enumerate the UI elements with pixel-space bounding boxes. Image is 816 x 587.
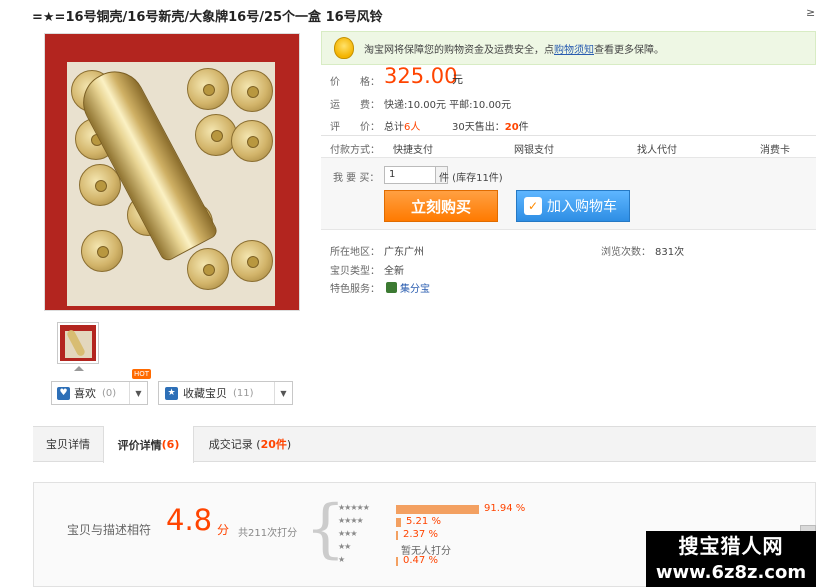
tab-label: 评价详情 <box>117 438 162 452</box>
payment-method-proxy: 找人代付 <box>637 145 677 156</box>
product-thumbnail[interactable] <box>57 322 99 364</box>
thumbnail-image <box>60 325 96 361</box>
favorite-label: 收藏宝贝 <box>183 387 227 400</box>
price-label: 价 格： <box>330 77 380 88</box>
purchase-notice-link[interactable]: 购物须知 <box>554 45 594 56</box>
guarantee-text: 淘宝网将保障您的购物资金及运费安全，点购物须知查看更多保障。 <box>364 41 664 56</box>
sold-count: 30天售出：20件 <box>452 118 529 133</box>
guarantee-text-after: 查看更多保障。 <box>594 44 664 56</box>
guarantee-shield-icon <box>334 37 354 59</box>
watermark-line2: www.6z8z.com <box>655 562 807 583</box>
favorite-dropdown-toggle[interactable]: ▼ <box>274 382 292 404</box>
quantity-label: 我 要 买： <box>333 173 380 184</box>
tab-transactions[interactable]: 成交记录 (20件) <box>194 426 306 462</box>
rating-row-percent: 91.94 % <box>484 503 526 514</box>
sold-unit: 件 <box>518 122 529 133</box>
shipping-label: 运 费： <box>330 100 380 111</box>
location-label: 所在地区： <box>330 247 380 258</box>
views-label: 浏览次数： <box>601 247 651 258</box>
shell-casing <box>81 230 123 272</box>
guarantee-banner: 淘宝网将保障您的购物资金及运费安全，点购物须知查看更多保障。 <box>321 31 816 65</box>
like-dropdown-toggle[interactable]: ▼ <box>129 382 147 404</box>
like-button[interactable]: ♥ 喜欢 (0) ▼ <box>51 381 148 405</box>
rating-row-percent: 2.37 % <box>403 529 438 540</box>
product-main-image[interactable] <box>44 33 300 311</box>
payment-method-express: 快捷支付 <box>393 145 433 156</box>
rating-row-stars: ★★★★★ <box>338 503 370 512</box>
views-value: 831次 <box>655 247 685 258</box>
rating-row-bar <box>396 505 479 514</box>
price-unit: 元 <box>452 73 463 86</box>
rating-row-bar <box>396 531 398 540</box>
tab-suffix: ) <box>286 437 292 451</box>
quantity-input[interactable]: 1 <box>384 166 436 184</box>
shell-casing <box>231 120 273 162</box>
tab-reviews[interactable]: 评价详情 (6) <box>103 426 194 463</box>
service-label: 特色服务： <box>330 284 380 295</box>
like-count: (0) <box>102 387 117 399</box>
sold-number: 20 <box>504 122 519 133</box>
like-label: 喜欢 <box>74 387 96 400</box>
shipping-text: 快递:10.00元 平邮:10.00元 <box>384 100 512 111</box>
stock-text: 件 (库存11件) <box>439 173 503 184</box>
payment-label: 付款方式： <box>330 145 380 156</box>
add-to-cart-button[interactable]: ✓ 加入购物车 <box>516 190 630 222</box>
jifenbao-icon <box>386 282 397 293</box>
favorite-icon: ★ <box>165 386 178 400</box>
shell-casing <box>231 70 273 112</box>
tab-count: (6) <box>161 438 180 451</box>
shell-casing <box>231 240 273 282</box>
rating-row-bar <box>396 518 401 527</box>
hot-badge: HOT <box>132 369 152 379</box>
shell-casing <box>187 248 229 290</box>
rating-row-stars: ★ <box>338 555 345 564</box>
payment-method-bank: 网银支付 <box>514 145 554 156</box>
tab-item-details[interactable]: 宝贝详情 <box>33 426 103 462</box>
watermark-line1: 搜宝猎人网 <box>678 534 784 558</box>
sold-prefix: 30天售出： <box>452 122 505 133</box>
rating-row-stars: ★★★★ <box>338 516 364 525</box>
review-label: 评 价： <box>330 122 380 133</box>
divider <box>321 135 816 136</box>
location-value: 广东广州 <box>384 247 424 258</box>
tab-label: 宝贝详情 <box>46 438 90 451</box>
rating-score: 4.8 <box>166 503 213 537</box>
buy-now-button[interactable]: 立刻购买 <box>384 190 498 222</box>
rating-row-percent: 5.21 % <box>406 516 441 527</box>
tab-count: 20件 <box>260 438 287 451</box>
review-total-count: 6人 <box>404 122 421 133</box>
rating-total: 共211次打分 <box>238 528 298 539</box>
rating-row-stars: ★★ <box>338 542 351 551</box>
cart-icon: ✓ <box>524 197 542 215</box>
watermark: 搜宝猎人网 www.6z8z.com <box>646 531 816 587</box>
tab-label: 成交记录 ( <box>208 438 261 451</box>
rating-row-percent: 0.47 % <box>403 555 438 566</box>
caret-down-icon: ▼ <box>280 388 287 398</box>
review-total-prefix: 总计 <box>384 122 404 133</box>
condition-label: 宝贝类型： <box>330 266 380 277</box>
thumbnail-selected-indicator <box>74 366 84 371</box>
service-value[interactable]: 集分宝 <box>386 280 430 295</box>
favorite-button[interactable]: ★ 收藏宝贝 (11) ▼ <box>158 381 293 405</box>
condition-value: 全新 <box>384 266 404 277</box>
item-title: =★=16号铜壳/16号新壳/大象牌16号/25个一盒 16号风铃 <box>32 10 383 25</box>
rating-unit: 分 <box>217 523 230 537</box>
corner-glyph: ≥ <box>806 6 816 19</box>
rating-label: 宝贝与描述相符 <box>67 523 152 537</box>
shell-casing <box>187 68 229 110</box>
favorite-count: (11) <box>233 387 254 399</box>
rating-row-bar <box>396 557 398 566</box>
rating-row-stars: ★★★ <box>338 529 357 538</box>
service-name: 集分宝 <box>400 284 430 295</box>
review-total[interactable]: 总计6人 <box>384 118 420 133</box>
caret-down-icon: ▼ <box>135 388 142 398</box>
price-value: 325.00 <box>384 64 458 88</box>
heart-icon: ♥ <box>57 386 70 400</box>
add-to-cart-label: 加入购物车 <box>547 199 617 215</box>
guarantee-text-before: 淘宝网将保障您的购物资金及运费安全，点 <box>364 44 554 56</box>
payment-method-card: 消费卡 <box>760 145 790 156</box>
